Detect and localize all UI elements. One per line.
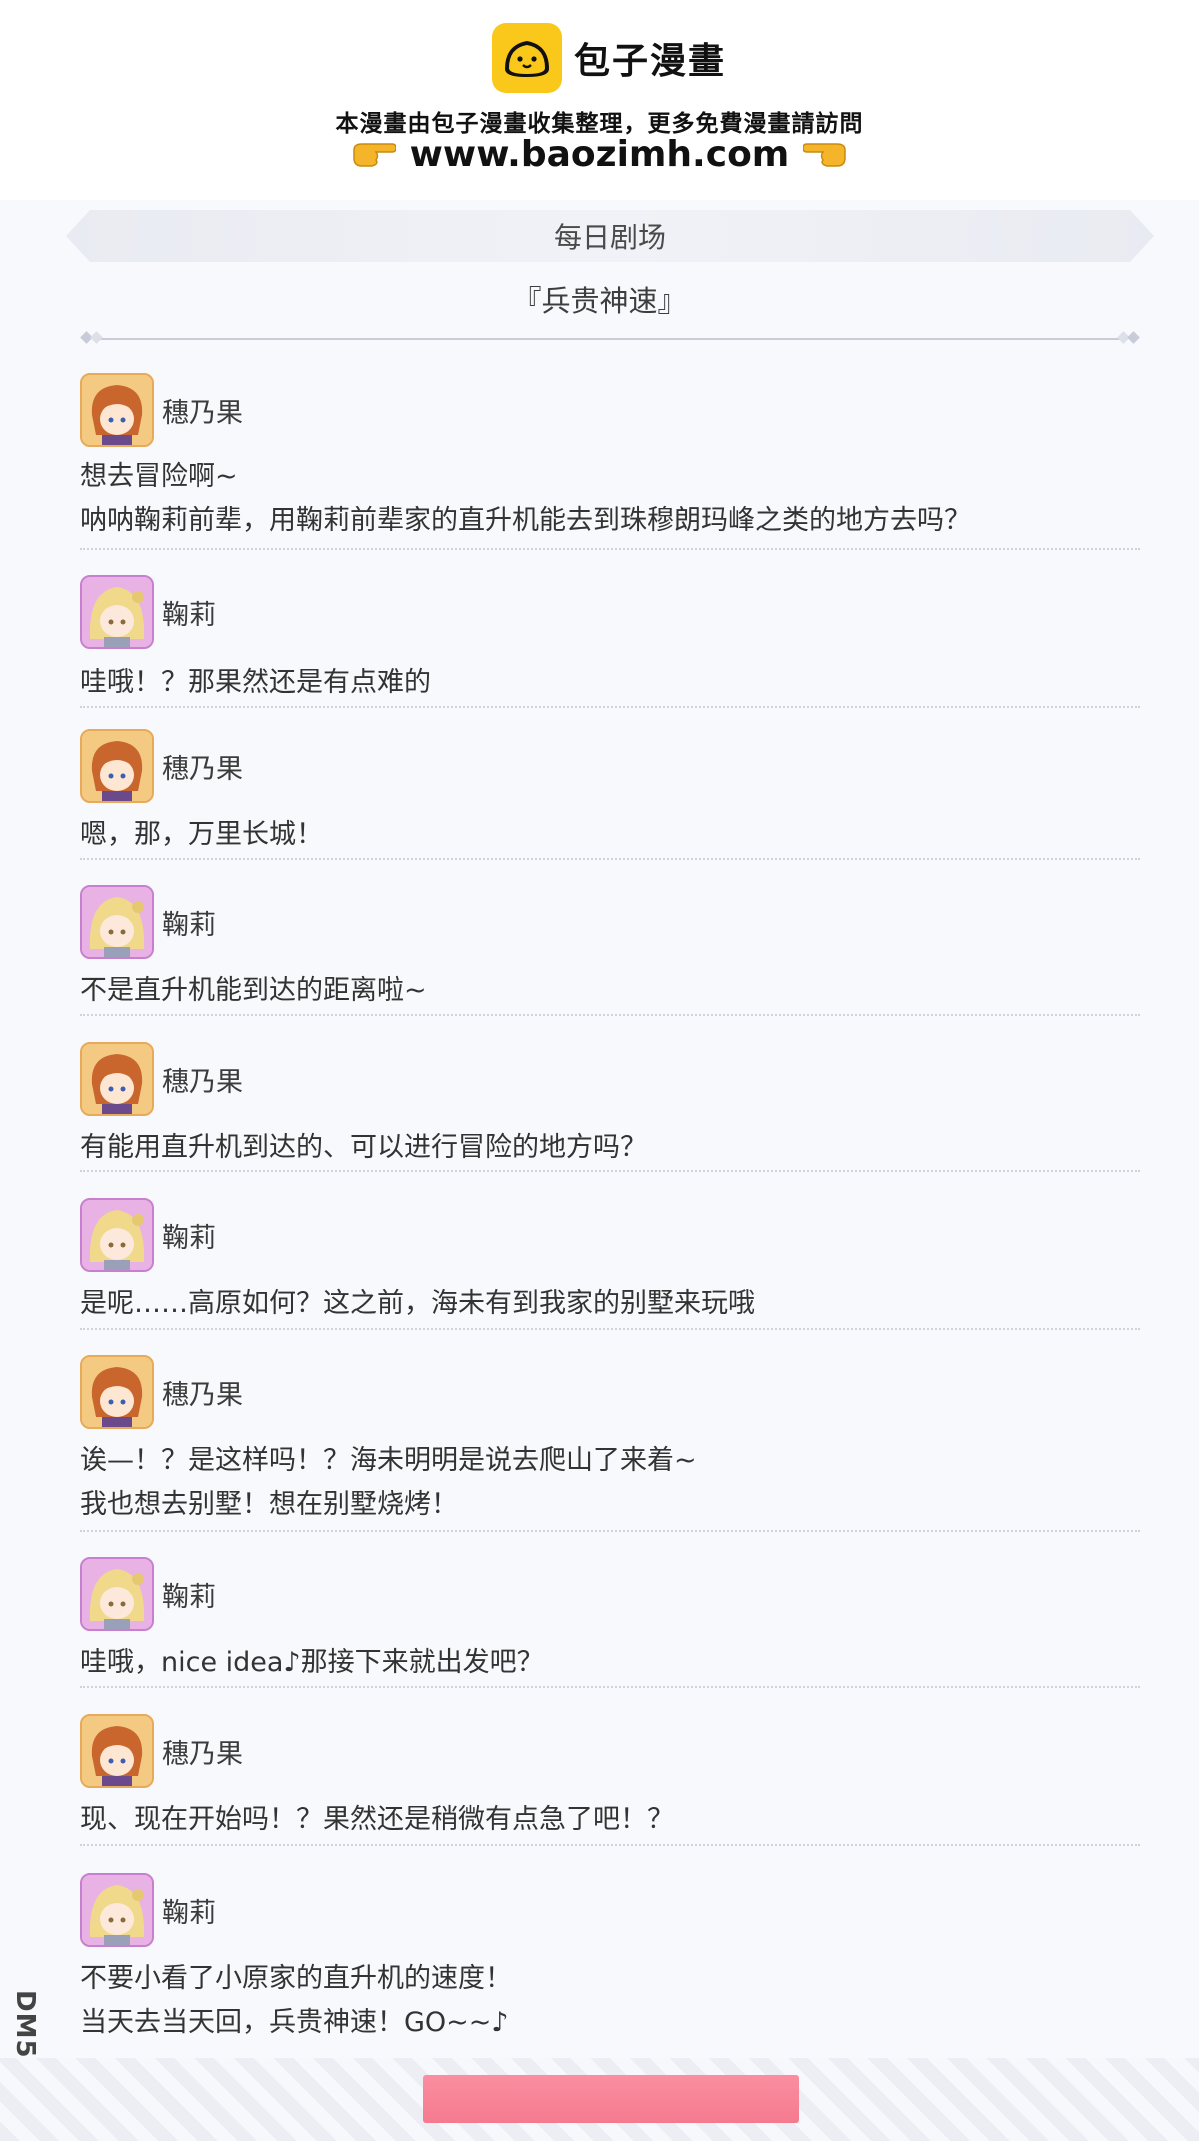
pointing-right-hand-icon (352, 136, 397, 177)
dialogue-line: 当天去当天回，兵贵神速！GO~~♪ (80, 2007, 509, 2038)
dialogue-line: 诶—！？是这样吗！？海未明明是说去爬山了来着~ (80, 1445, 697, 1476)
dm5-watermark: DM5 (10, 1990, 40, 2059)
dialogue-line: 我也想去别墅！想在别墅烧烤！ (80, 1489, 458, 1520)
honoka-avatar-icon (80, 373, 154, 447)
site-url[interactable]: www.baozimh.com (410, 134, 790, 175)
speaker-name: 穗乃果 (162, 1066, 243, 1098)
dialogue-line: 嗯，那，万里长城！ (80, 819, 323, 850)
entry-divider (80, 1328, 1140, 1330)
banner-notice: 本漫畫由包子漫畫收集整理，更多免費漫畫請訪問 (335, 111, 864, 137)
mari-avatar-icon (80, 575, 154, 649)
dialogue-line: 呐呐鞠莉前辈，用鞠莉前辈家的直升机能去到珠穆朗玛峰之类的地方去吗？ (80, 505, 971, 536)
story-title: 『兵贵神速』 (512, 284, 687, 318)
mari-avatar-icon (80, 1557, 154, 1631)
entry-divider (80, 1686, 1140, 1688)
honoka-avatar-icon (80, 1714, 154, 1788)
entry-divider (80, 548, 1140, 550)
site-banner: 包子漫畫 本漫畫由包子漫畫收集整理，更多免費漫畫請訪問 www.baozimh.… (0, 0, 1199, 201)
dialogue-line: 是呢……高原如何？这之前，海未有到我家的别墅来玩哦 (80, 1288, 755, 1319)
mari-avatar-icon (80, 1873, 154, 1947)
dialogue-line: 现、现在开始吗！？果然还是稍微有点急了吧！？ (80, 1804, 674, 1835)
title-divider (78, 331, 1142, 346)
speaker-name: 鞠莉 (162, 599, 216, 631)
header-ribbon: 每日剧场 (66, 210, 1154, 262)
bottom-pink-button[interactable] (423, 2075, 799, 2123)
pointing-left-hand-icon (802, 136, 847, 177)
entry-divider (80, 1530, 1140, 1532)
entry-divider (80, 1844, 1140, 1846)
speaker-name: 鞠莉 (162, 909, 216, 941)
dialogue-line: 哇哦，nice idea♪那接下来就出发吧？ (80, 1647, 544, 1678)
entry-divider (80, 706, 1140, 708)
dialogue-line: 哇哦！？那果然还是有点难的 (80, 667, 431, 698)
entry-divider (80, 1014, 1140, 1016)
dialogue-line: 不要小看了小原家的直升机的速度！ (80, 1963, 512, 1994)
speaker-name: 穗乃果 (162, 397, 243, 429)
speaker-name: 鞠莉 (162, 1222, 216, 1254)
speaker-name: 穗乃果 (162, 1738, 243, 1770)
dialogue-line: 不是直升机能到达的距离啦~ (80, 975, 427, 1006)
brand-name: 包子漫畫 (574, 41, 727, 82)
speaker-name: 鞠莉 (162, 1897, 216, 1929)
mari-avatar-icon (80, 885, 154, 959)
speaker-name: 穗乃果 (162, 1379, 243, 1411)
dialogue-line: 有能用直升机到达的、可以进行冒险的地方吗？ (80, 1132, 647, 1163)
entry-divider (80, 858, 1140, 860)
mari-avatar-icon (80, 1198, 154, 1272)
site-link-row[interactable]: www.baozimh.com (0, 134, 1199, 177)
bun-logo-icon (492, 23, 562, 93)
honoka-avatar-icon (80, 729, 154, 803)
speaker-name: 鞠莉 (162, 1581, 216, 1613)
honoka-avatar-icon (80, 1355, 154, 1429)
entry-divider (80, 1170, 1140, 1172)
panel-header: 每日剧场 (553, 221, 666, 254)
speaker-name: 穗乃果 (162, 753, 243, 785)
dialogue-line: 想去冒险啊~ (80, 461, 238, 492)
brand[interactable]: 包子漫畫 (492, 22, 726, 94)
honoka-avatar-icon (80, 1042, 154, 1116)
